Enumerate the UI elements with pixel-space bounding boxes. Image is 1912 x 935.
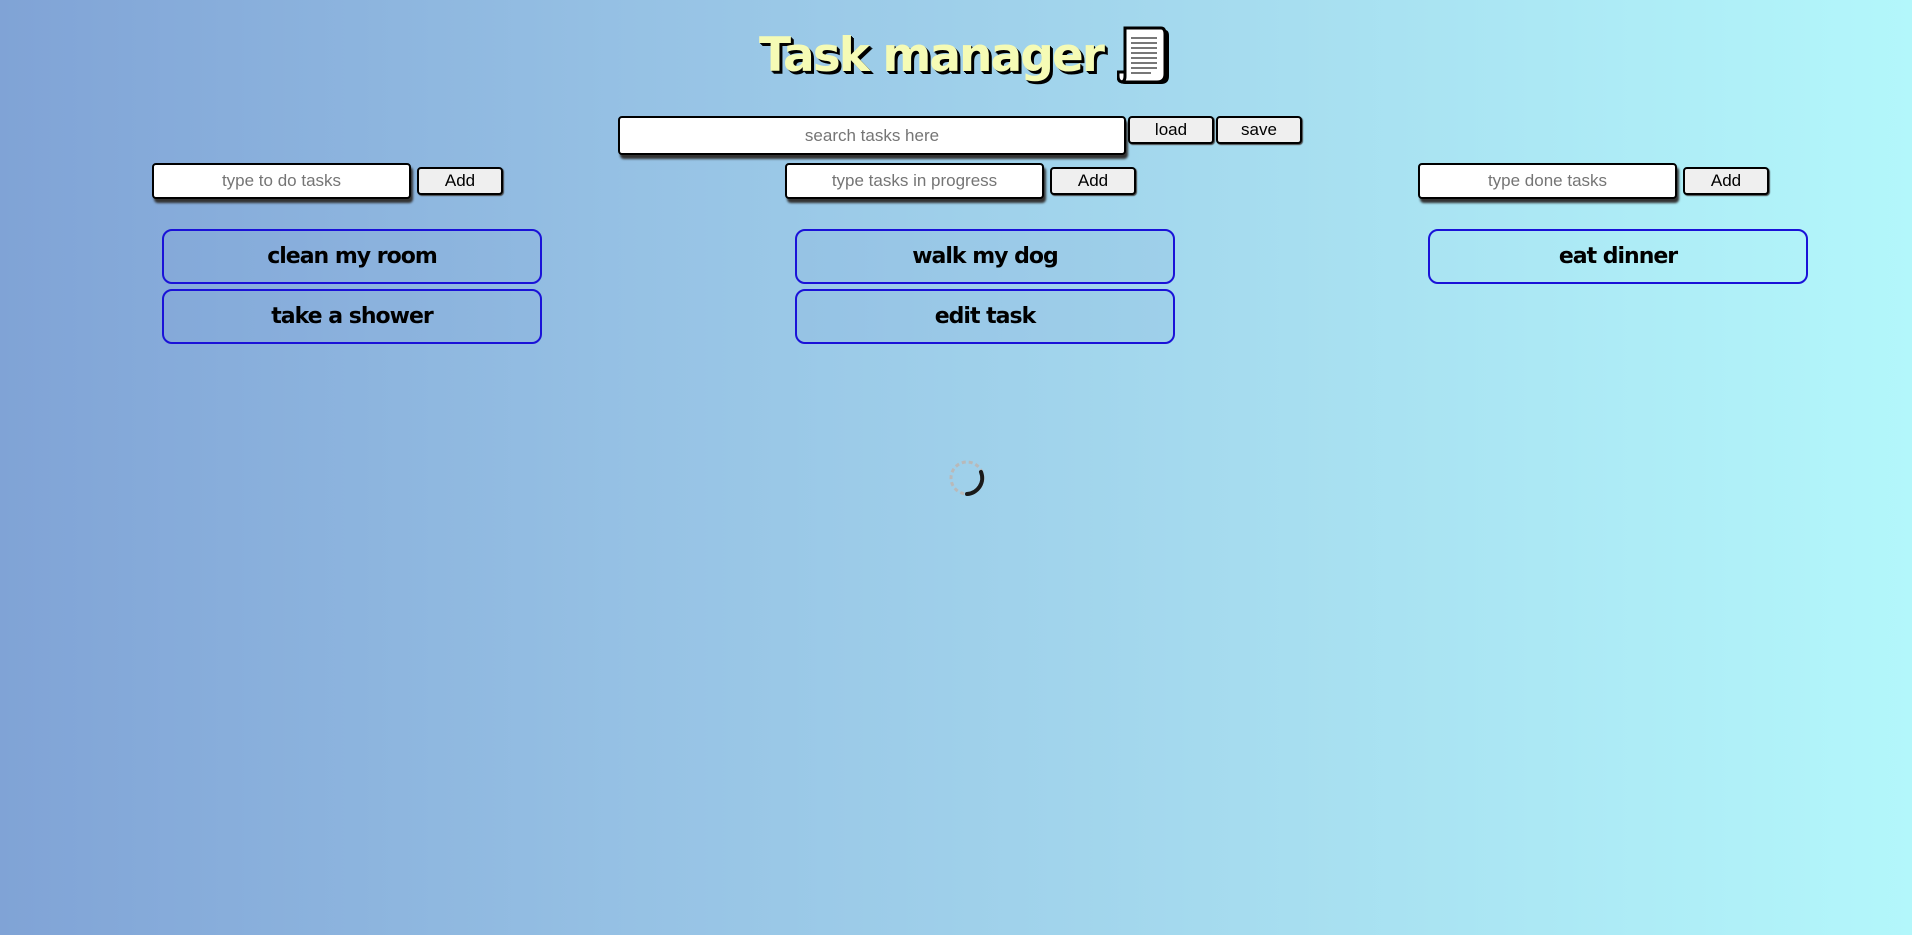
page-title: Task manager [759,27,1105,83]
task-item[interactable]: eat dinner [1428,229,1808,284]
done-input[interactable] [1418,163,1677,199]
progress-add-button[interactable]: Add [1050,167,1136,195]
done-add-button[interactable]: Add [1683,167,1769,195]
todo-add-button[interactable]: Add [417,167,503,195]
save-button[interactable]: save [1216,116,1302,144]
search-bar: load save [618,116,1302,155]
progress-column: Add walk my dog edit task [785,163,1175,344]
progress-input[interactable] [785,163,1044,199]
todo-input-row: Add [152,163,503,199]
done-column: Add eat dinner [1418,163,1808,284]
task-item[interactable]: clean my room [162,229,542,284]
done-task-list: eat dinner [1428,229,1808,289]
search-input[interactable] [618,116,1126,155]
todo-task-list: clean my room take a shower [162,229,542,349]
todo-input[interactable] [152,163,411,199]
task-item[interactable]: edit task [795,289,1175,344]
load-button[interactable]: load [1128,116,1214,144]
loading-spinner-icon [949,460,985,496]
progress-task-list: walk my dog edit task [795,229,1175,349]
done-input-row: Add [1418,163,1769,199]
task-item[interactable]: take a shower [162,289,542,344]
scroll-icon [1116,26,1169,84]
todo-column: Add clean my room take a shower [152,163,542,344]
task-item[interactable]: walk my dog [795,229,1175,284]
header: Task manager [0,22,1912,88]
progress-input-row: Add [785,163,1136,199]
